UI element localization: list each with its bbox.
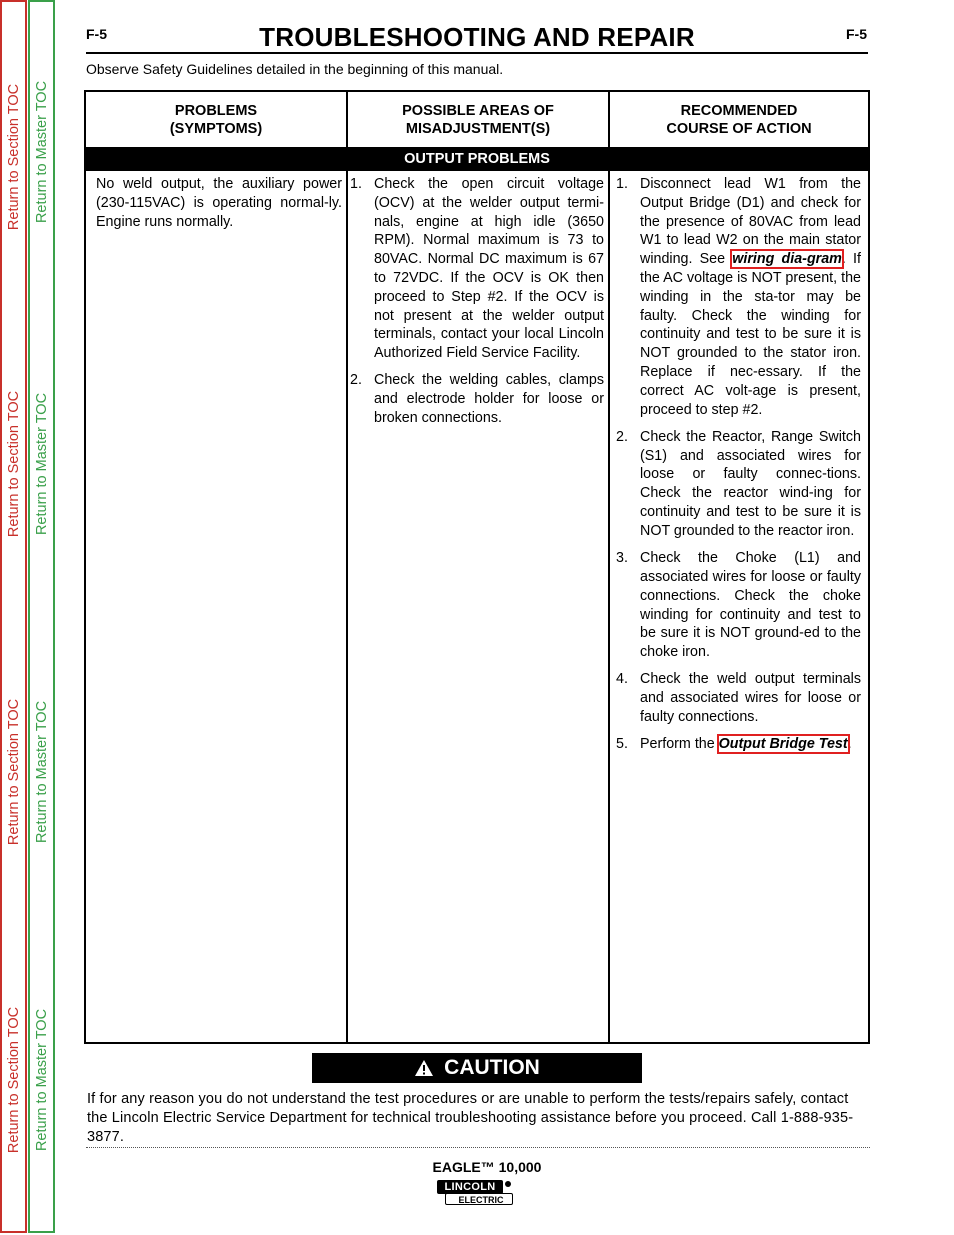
header-course-of-action: RECOMMENDED COURSE OF ACTION	[610, 92, 868, 148]
list-item: 3. Check the Choke (L1) and associated w…	[616, 549, 861, 662]
item-text: Check the open circuit voltage (OCV) at …	[374, 176, 604, 362]
item-text: Check the weld output terminals and asso…	[640, 671, 861, 726]
item-number: 4.	[616, 671, 628, 688]
item-number: 2.	[350, 372, 362, 389]
caution-label: CAUTION	[444, 1056, 540, 1079]
registered-mark-icon	[505, 1181, 511, 1187]
wiring-diagram-link[interactable]: wiring dia-gram	[730, 249, 844, 270]
header-problems: PROBLEMS (SYMPTOMS)	[86, 92, 346, 148]
header-line: MISADJUSTMENT(S)	[405, 121, 551, 137]
symptom-text: No weld output, the auxiliary power (230…	[96, 176, 342, 230]
list-item: 1. Disconnect lead W1 from the Output Br…	[616, 175, 861, 419]
output-bridge-test-link[interactable]: Output Bridge Test	[716, 734, 850, 755]
header-line: PROBLEMS	[174, 103, 258, 119]
page-number-right: F-5	[846, 26, 867, 42]
logo-bottom: ELECTRIC	[445, 1193, 513, 1205]
return-to-section-toc-link[interactable]: Return to Section TOC	[6, 84, 22, 230]
caution-text: If for any reason you do not understand …	[87, 1091, 854, 1145]
header-line: (SYMPTOMS)	[169, 121, 263, 137]
section-band: OUTPUT PROBLEMS	[86, 147, 868, 171]
item-text: Check the Choke (L1) and associated wire…	[640, 550, 861, 661]
action-list: 1. Disconnect lead W1 from the Output Br…	[616, 175, 861, 763]
item-text-post: .	[847, 736, 852, 753]
page-title: TROUBLESHOOTING AND REPAIR	[259, 22, 695, 52]
item-text: Check the welding cables, clamps and ele…	[374, 372, 604, 427]
item-number: 3.	[616, 550, 628, 567]
return-to-section-toc-link[interactable]: Return to Section TOC	[6, 699, 22, 845]
list-item: 1. Check the open circuit voltage (OCV) …	[350, 175, 604, 363]
safety-note: Observe Safety Guidelines detailed in th…	[86, 61, 504, 77]
header-line: RECOMMENDED	[680, 103, 798, 119]
list-item: 5. Perform the Output Bridge Test.	[616, 734, 861, 755]
model-name: EAGLE™ 10,000	[432, 1159, 542, 1175]
item-text-pre: Perform the	[640, 736, 719, 753]
return-to-section-toc-link[interactable]: Return to Section TOC	[6, 391, 22, 537]
item-text: Perform the Output Bridge Test.	[640, 734, 861, 755]
misadjustment-list: 1. Check the open circuit voltage (OCV) …	[350, 175, 604, 436]
return-to-master-toc-link[interactable]: Return to Master TOC	[34, 701, 50, 843]
footer-divider	[86, 1147, 870, 1148]
column-divider	[346, 92, 348, 1042]
item-text-post: . If the AC voltage is NOT present, the …	[640, 251, 861, 418]
section-toc-bar: Return to Section TOC Return to Section …	[0, 0, 27, 1233]
header-misadjustments: POSSIBLE AREAS OF MISADJUSTMENT(S)	[348, 92, 608, 148]
lincoln-electric-logo: LINCOLN ELECTRIC	[437, 1180, 517, 1208]
return-to-master-toc-link[interactable]: Return to Master TOC	[34, 1009, 50, 1151]
warning-triangle-icon	[415, 1060, 434, 1076]
section-band-label: OUTPUT PROBLEMS	[404, 151, 550, 167]
title-rule	[86, 52, 868, 54]
header-line: POSSIBLE AREAS OF	[402, 103, 554, 119]
item-text: Disconnect lead W1 from the Output Bridg…	[640, 175, 861, 419]
return-to-section-toc-link[interactable]: Return to Section TOC	[6, 1007, 22, 1153]
item-number: 1.	[616, 176, 628, 192]
caution-banner: CAUTION	[312, 1053, 642, 1083]
item-number: 2.	[616, 428, 628, 445]
master-toc-bar: Return to Master TOC Return to Master TO…	[28, 0, 55, 1233]
list-item: 2. Check the Reactor, Range Switch (S1) …	[616, 428, 861, 541]
logo-top: LINCOLN	[437, 1180, 503, 1194]
list-item: 2. Check the welding cables, clamps and …	[350, 371, 604, 427]
item-number: 5.	[616, 736, 628, 753]
item-number: 1.	[350, 176, 362, 192]
return-to-master-toc-link[interactable]: Return to Master TOC	[34, 393, 50, 535]
header-line: COURSE OF ACTION	[666, 121, 812, 137]
item-text: Check the Reactor, Range Switch (S1) and…	[640, 428, 861, 539]
troubleshooting-table: PROBLEMS (SYMPTOMS) POSSIBLE AREAS OF MI…	[84, 90, 870, 1044]
list-item: 4. Check the weld output terminals and a…	[616, 670, 861, 726]
column-divider	[608, 92, 610, 1042]
return-to-master-toc-link[interactable]: Return to Master TOC	[34, 81, 50, 223]
